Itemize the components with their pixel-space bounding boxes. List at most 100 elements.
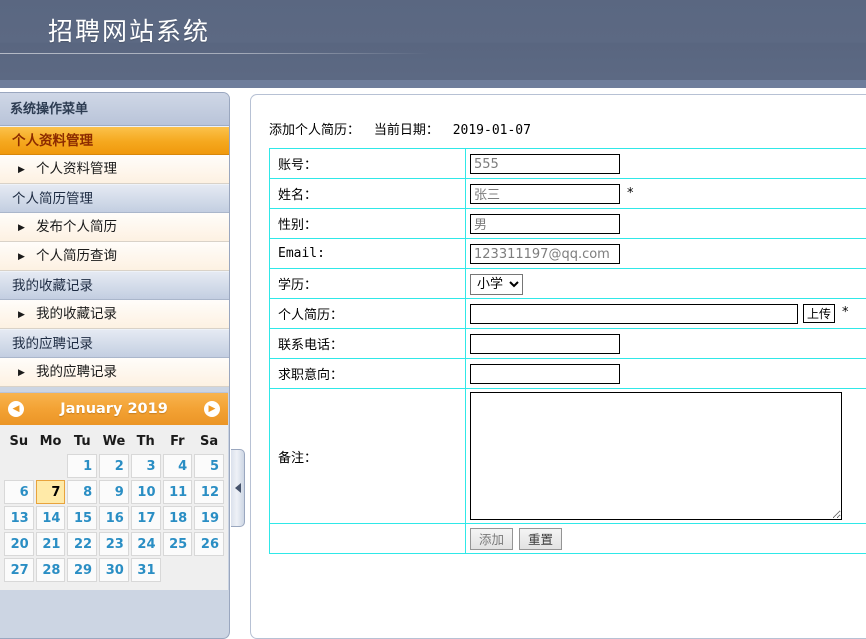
calendar-header: ◀ January 2019 ▶ (0, 393, 228, 425)
form-caption-date-value: 2019-01-07 (452, 123, 531, 138)
sidebar-group-my-favorites[interactable]: 我的收藏记录 (0, 271, 229, 300)
sidebar-item-label: 我的收藏记录 (36, 306, 117, 322)
cell-name: * (465, 178, 866, 209)
form-row-intent: 求职意向： (269, 358, 866, 389)
label-name: 姓名： (269, 178, 466, 209)
calendar-day[interactable]: 8 (67, 480, 98, 504)
sidebar-group-resume-manage[interactable]: 个人简历管理 (0, 184, 229, 213)
calendar-day[interactable]: 17 (130, 506, 161, 530)
main-content-panel: 添加个人简历： 当前日期： 2019-01-07 账号： 姓名： * (250, 94, 866, 639)
calendar-day[interactable]: 9 (99, 480, 129, 504)
remark-textarea[interactable] (470, 392, 842, 520)
app-title: 招聘网站系统 (48, 17, 211, 46)
form-caption-title: 添加个人简历： (269, 123, 361, 138)
name-input[interactable] (470, 183, 620, 204)
sidebar-item-publish-resume[interactable]: ▶ 发布个人简历 (0, 213, 229, 242)
triangle-right-icon: ▶ (18, 310, 25, 320)
calendar-day[interactable]: 19 (194, 506, 224, 530)
calendar-day[interactable]: 24 (130, 532, 161, 556)
calendar-day[interactable]: 30 (99, 558, 129, 582)
phone-input[interactable] (470, 334, 620, 355)
calendar-day[interactable]: 15 (67, 506, 98, 530)
email-input[interactable] (470, 244, 620, 265)
sidebar-item-query-resume[interactable]: ▶ 个人简历查询 (0, 242, 229, 271)
calendar-day-empty (4, 454, 34, 478)
calendar-week-row: 13 14 15 16 17 18 19 (4, 506, 224, 530)
submit-button[interactable]: 添加 (470, 527, 514, 550)
collapse-left-icon (235, 483, 241, 493)
calendar-day[interactable]: 23 (99, 532, 129, 556)
calendar-day[interactable]: 20 (4, 532, 34, 556)
sidebar-item-my-favorites[interactable]: ▶ 我的收藏记录 (0, 300, 229, 329)
calendar-day[interactable]: 4 (162, 454, 193, 478)
education-select[interactable]: 小学 (470, 273, 523, 295)
calendar-day[interactable]: 16 (99, 506, 129, 530)
sidebar-item-label: 个人简历查询 (36, 248, 117, 264)
sidebar-item-label: 发布个人简历 (36, 219, 117, 235)
label-email: Email: (269, 238, 466, 269)
label-resume-file: 个人简历： (269, 298, 466, 329)
form-row-phone: 联系电话： (269, 328, 866, 359)
calendar-day[interactable]: 22 (67, 532, 98, 556)
label-remark: 备注： (269, 388, 466, 524)
calendar-day[interactable]: 25 (162, 532, 193, 556)
calendar-weekday: Su (9, 433, 29, 449)
sidebar: 系统操作菜单 个人资料管理 ▶ 个人资料管理 个人简历管理 ▶ 发布个人简历 ▶ 个人… (0, 92, 230, 639)
cell-phone (465, 328, 866, 359)
calendar-day[interactable]: 12 (194, 480, 224, 504)
calendar-week-row: 1 2 3 4 5 (4, 454, 224, 478)
calendar-day[interactable]: 6 (4, 480, 34, 504)
header-bottom-band (0, 80, 866, 88)
reset-button[interactable]: 重置 (519, 527, 563, 550)
calendar-day[interactable]: 11 (162, 480, 193, 504)
calendar-title: January 2019 (60, 401, 168, 417)
account-input[interactable] (470, 154, 620, 175)
calendar-day[interactable]: 26 (194, 532, 224, 556)
required-marker-resume: * (842, 304, 849, 320)
calendar-day[interactable]: 10 (130, 480, 161, 504)
sidebar-collapse-handle[interactable] (231, 449, 245, 527)
calendar-weekday: Fr (170, 433, 185, 449)
triangle-right-icon: ▶ (18, 252, 25, 262)
header-divider (0, 53, 430, 54)
intent-input[interactable] (470, 364, 620, 385)
calendar-day[interactable]: 28 (35, 558, 66, 582)
calendar-day[interactable]: 5 (194, 454, 224, 478)
chevron-right-circle-icon[interactable]: ▶ (204, 401, 220, 417)
calendar-week-row: 20 21 22 23 24 25 26 (4, 532, 224, 556)
form-row-actions: 添加 重置 (269, 523, 866, 554)
chevron-left-circle-icon[interactable]: ◀ (8, 401, 24, 417)
calendar-day[interactable]: 18 (162, 506, 193, 530)
calendar-day[interactable]: 2 (99, 454, 129, 478)
calendar-day[interactable]: 13 (4, 506, 34, 530)
sidebar-item-label: 个人资料管理 (36, 161, 117, 177)
sidebar-item-personal-profile-manage[interactable]: ▶ 个人资料管理 (0, 155, 229, 184)
calendar-day[interactable]: 31 (130, 558, 161, 582)
form-row-remark: 备注： (269, 388, 866, 524)
sidebar-group-my-applications[interactable]: 我的应聘记录 (0, 329, 229, 358)
form-row-email: Email: (269, 238, 866, 269)
label-education: 学历： (269, 268, 466, 299)
calendar-day[interactable]: 14 (35, 506, 66, 530)
triangle-right-icon: ▶ (18, 165, 25, 175)
sidebar-item-my-applications[interactable]: ▶ 我的应聘记录 (0, 358, 229, 387)
sidebar-group-personal-profile[interactable]: 个人资料管理 (0, 126, 229, 155)
calendar-day[interactable]: 21 (35, 532, 66, 556)
calendar-week-row: 27 28 29 30 31 (4, 558, 224, 582)
label-account: 账号： (269, 148, 466, 179)
form-row-account: 账号： (269, 148, 866, 179)
calendar-day[interactable]: 29 (67, 558, 98, 582)
gender-input[interactable] (470, 213, 620, 234)
calendar-day[interactable]: 1 (67, 454, 98, 478)
resume-file-input[interactable] (470, 304, 798, 325)
triangle-right-icon: ▶ (18, 368, 25, 378)
label-gender: 性别： (269, 208, 466, 239)
upload-button[interactable]: 上传 (803, 303, 836, 323)
calendar-widget: ◀ January 2019 ▶ Su Mo Tu We Th Fr Sa 1 … (0, 392, 228, 590)
form-row-gender: 性别： (269, 208, 866, 239)
calendar-day[interactable]: 3 (130, 454, 161, 478)
cell-email (465, 238, 866, 269)
calendar-day[interactable]: 27 (4, 558, 34, 582)
cell-account (465, 148, 866, 179)
calendar-day-today[interactable]: 7 (35, 480, 66, 504)
